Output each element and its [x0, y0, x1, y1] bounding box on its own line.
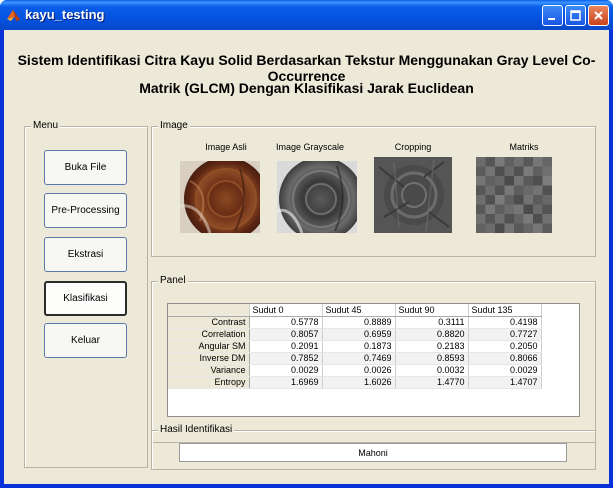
table-cell[interactable]: 1.4770: [395, 376, 469, 389]
table-cell[interactable]: 0.7852: [249, 352, 323, 365]
column-header[interactable]: Sudut 135: [468, 304, 542, 317]
image-grayscale: [277, 161, 357, 233]
table-cell[interactable]: 0.0029: [468, 364, 542, 377]
close-button[interactable]: [588, 5, 609, 26]
table-cell[interactable]: 0.2091: [249, 340, 323, 353]
table-cell[interactable]: 1.6026: [322, 376, 396, 389]
table-cell[interactable]: 0.7469: [322, 352, 396, 365]
table-corner: [168, 304, 250, 317]
matlab-icon: [7, 10, 20, 21]
table-row: Angular SM 0.2091 0.1873 0.2183 0.2050: [168, 340, 542, 353]
table-cell[interactable]: 0.8066: [468, 352, 542, 365]
table-cell[interactable]: 0.2050: [468, 340, 542, 353]
table-cell[interactable]: 0.6959: [322, 328, 396, 341]
row-header: Entropy: [168, 376, 250, 389]
table-cell[interactable]: 1.6969: [249, 376, 323, 389]
image-asli: [180, 161, 260, 233]
row-header: Inverse DM: [168, 352, 250, 365]
column-header[interactable]: Sudut 90: [395, 304, 469, 317]
table-header-row: Sudut 0 Sudut 45 Sudut 90 Sudut 135: [168, 304, 542, 317]
table-cell[interactable]: 0.3111: [395, 316, 469, 329]
title-bar[interactable]: kayu_testing: [0, 0, 613, 30]
table-cell[interactable]: 0.0026: [322, 364, 396, 377]
table-cell[interactable]: 0.8057: [249, 328, 323, 341]
row-header: Correlation: [168, 328, 250, 341]
table-cell[interactable]: 0.7727: [468, 328, 542, 341]
table-cell[interactable]: 0.2183: [395, 340, 469, 353]
table-row: Contrast 0.5778 0.8889 0.3111 0.4198: [168, 316, 542, 329]
hasil-group-title: Hasil Identifikasi: [158, 424, 235, 436]
window-title: kayu_testing: [25, 7, 105, 22]
image-group-title: Image: [158, 120, 190, 132]
image-matriks: [476, 157, 552, 233]
matriks-label: Matriks: [509, 142, 539, 152]
ekstrasi-button[interactable]: Ekstrasi: [44, 237, 127, 272]
result-field[interactable]: Mahoni: [179, 443, 567, 462]
maximize-icon: [570, 10, 581, 21]
table-cell[interactable]: 0.8889: [322, 316, 396, 329]
column-header[interactable]: Sudut 45: [322, 304, 396, 317]
image-group: Image Image Asli Image Grayscale Croppin…: [151, 120, 596, 257]
table-row: Entropy 1.6969 1.6026 1.4770 1.4707: [168, 376, 542, 389]
table-cell[interactable]: 0.4198: [468, 316, 542, 329]
glcm-table[interactable]: Sudut 0 Sudut 45 Sudut 90 Sudut 135 Cont…: [167, 303, 580, 417]
app-window: kayu_testing Sistem Identifikasi Citra K…: [0, 0, 613, 488]
table-row: Correlation 0.8057 0.6959 0.8820 0.7727: [168, 328, 542, 341]
buka-file-button[interactable]: Buka File: [44, 150, 127, 185]
klasifikasi-button[interactable]: Klasifikasi: [44, 281, 127, 316]
row-header: Variance: [168, 364, 250, 377]
row-header: Angular SM: [168, 340, 250, 353]
pre-processing-button[interactable]: Pre-Processing: [44, 193, 127, 228]
minimize-button[interactable]: [542, 5, 563, 26]
table-cell[interactable]: 0.8593: [395, 352, 469, 365]
table-cell[interactable]: 0.5778: [249, 316, 323, 329]
heading-line-2: Matrik (GLCM) Dengan Klasifikasi Jarak E…: [139, 80, 474, 96]
table-cell[interactable]: 0.8820: [395, 328, 469, 341]
minimize-icon: [548, 18, 555, 20]
table-row: Variance 0.0029 0.0026 0.0032 0.0029: [168, 364, 542, 377]
menu-group: Menu Buka File Pre-Processing Ekstrasi K…: [24, 120, 148, 468]
cropping-label: Cropping: [394, 142, 432, 152]
panel-group-title: Panel: [158, 275, 188, 287]
menu-group-title: Menu: [31, 120, 61, 132]
image-grayscale-label: Image Grayscale: [275, 142, 345, 152]
maximize-button[interactable]: [565, 5, 586, 26]
keluar-button[interactable]: Keluar: [44, 323, 127, 358]
client-area: Sistem Identifikasi Citra Kayu Solid Ber…: [4, 30, 609, 484]
panel-group: Panel Sudut 0 Sudut 45 Sudut 90 Sudut 13…: [151, 275, 596, 443]
row-header: Contrast: [168, 316, 250, 329]
hasil-group: Hasil Identifikasi Mahoni: [151, 424, 596, 470]
image-cropping: [374, 157, 452, 233]
table-cell[interactable]: 0.0032: [395, 364, 469, 377]
column-header[interactable]: Sudut 0: [249, 304, 323, 317]
close-icon: [594, 11, 603, 20]
table-cell[interactable]: 0.1873: [322, 340, 396, 353]
table-cell[interactable]: 1.4707: [468, 376, 542, 389]
table-cell[interactable]: 0.0029: [249, 364, 323, 377]
table-row: Inverse DM 0.7852 0.7469 0.8593 0.8066: [168, 352, 542, 365]
